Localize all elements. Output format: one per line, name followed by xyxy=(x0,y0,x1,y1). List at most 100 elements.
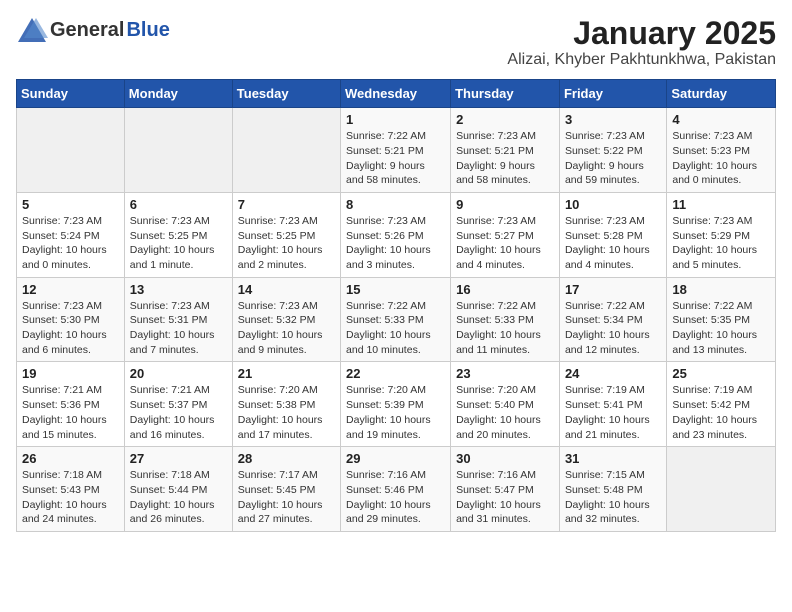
calendar-cell: 15 Sunrise: 7:22 AM Sunset: 5:33 PM Dayli… xyxy=(341,277,451,362)
calendar-cell xyxy=(232,108,340,193)
calendar-cell: 3 Sunrise: 7:23 AM Sunset: 5:22 PM Daylig… xyxy=(559,108,666,193)
calendar-week-row: 19 Sunrise: 7:21 AM Sunset: 5:36 PM Dayli… xyxy=(17,362,776,447)
logo-icon xyxy=(16,16,48,44)
day-info: Sunrise: 7:23 AM Sunset: 5:27 PM Dayligh… xyxy=(456,214,554,273)
day-number: 8 xyxy=(346,197,445,212)
calendar-cell: 25 Sunrise: 7:19 AM Sunset: 5:42 PM Dayli… xyxy=(667,362,776,447)
day-number: 10 xyxy=(565,197,661,212)
calendar-cell: 19 Sunrise: 7:21 AM Sunset: 5:36 PM Dayli… xyxy=(17,362,125,447)
calendar-cell: 10 Sunrise: 7:23 AM Sunset: 5:28 PM Dayli… xyxy=(559,192,666,277)
day-of-week-header: Tuesday xyxy=(232,80,340,108)
day-number: 30 xyxy=(456,451,554,466)
day-number: 29 xyxy=(346,451,445,466)
day-number: 9 xyxy=(456,197,554,212)
calendar-cell: 9 Sunrise: 7:23 AM Sunset: 5:27 PM Daylig… xyxy=(451,192,560,277)
calendar-cell: 13Sunrise: 7:23 AM Sunset: 5:31 PM Dayli… xyxy=(124,277,232,362)
day-number: 27 xyxy=(130,451,227,466)
calendar-cell: 24 Sunrise: 7:19 AM Sunset: 5:41 PM Dayli… xyxy=(559,362,666,447)
calendar-cell: 2 Sunrise: 7:23 AM Sunset: 5:21 PM Daylig… xyxy=(451,108,560,193)
day-info: Sunrise: 7:16 AM Sunset: 5:46 PM Dayligh… xyxy=(346,468,445,527)
day-number: 11 xyxy=(672,197,770,212)
day-info: Sunrise: 7:23 AM Sunset: 5:24 PM Dayligh… xyxy=(22,214,119,273)
calendar-cell: 26 Sunrise: 7:18 AM Sunset: 5:43 PM Dayli… xyxy=(17,447,125,532)
day-info: Sunrise: 7:21 AM Sunset: 5:37 PM Dayligh… xyxy=(130,383,227,442)
day-info: Sunrise: 7:23 AM Sunset: 5:22 PM Dayligh… xyxy=(565,129,661,188)
calendar-cell: 7Sunrise: 7:23 AM Sunset: 5:25 PM Daylig… xyxy=(232,192,340,277)
day-number: 28 xyxy=(238,451,335,466)
day-number: 31 xyxy=(565,451,661,466)
day-info: Sunrise: 7:23 AM Sunset: 5:25 PM Dayligh… xyxy=(238,214,335,273)
calendar-cell: 17Sunrise: 7:22 AM Sunset: 5:34 PM Dayli… xyxy=(559,277,666,362)
day-number: 4 xyxy=(672,112,770,127)
day-of-week-header: Saturday xyxy=(667,80,776,108)
logo-text-blue: Blue xyxy=(126,19,169,42)
calendar-cell: 18Sunrise: 7:22 AM Sunset: 5:35 PM Dayli… xyxy=(667,277,776,362)
logo: GeneralBlue xyxy=(16,16,170,44)
day-info: Sunrise: 7:23 AM Sunset: 5:23 PM Dayligh… xyxy=(672,129,770,188)
calendar-cell xyxy=(17,108,125,193)
day-number: 3 xyxy=(565,112,661,127)
day-number: 16 xyxy=(456,282,554,297)
day-info: Sunrise: 7:23 AM Sunset: 5:25 PM Dayligh… xyxy=(130,214,227,273)
day-info: Sunrise: 7:21 AM Sunset: 5:36 PM Dayligh… xyxy=(22,383,119,442)
calendar-cell: 29 Sunrise: 7:16 AM Sunset: 5:46 PM Dayli… xyxy=(341,447,451,532)
day-number: 18 xyxy=(672,282,770,297)
calendar-cell: 31 Sunrise: 7:15 AM Sunset: 5:48 PM Dayli… xyxy=(559,447,666,532)
calendar-cell: 14 Sunrise: 7:23 AM Sunset: 5:32 PM Dayli… xyxy=(232,277,340,362)
day-number: 14 xyxy=(238,282,335,297)
day-number: 26 xyxy=(22,451,119,466)
day-info: Sunrise: 7:23 AM Sunset: 5:32 PM Dayligh… xyxy=(238,299,335,358)
calendar-cell: 27 Sunrise: 7:18 AM Sunset: 5:44 PM Dayli… xyxy=(124,447,232,532)
day-number: 22 xyxy=(346,366,445,381)
day-info: Sunrise: 7:19 AM Sunset: 5:41 PM Dayligh… xyxy=(565,383,661,442)
day-number: 17 xyxy=(565,282,661,297)
day-info: Sunrise: 7:23 AM Sunset: 5:28 PM Dayligh… xyxy=(565,214,661,273)
day-info: Sunrise: 7:16 AM Sunset: 5:47 PM Dayligh… xyxy=(456,468,554,527)
day-number: 24 xyxy=(565,366,661,381)
calendar-cell: 16Sunrise: 7:22 AM Sunset: 5:33 PM Dayli… xyxy=(451,277,560,362)
calendar-week-row: 12Sunrise: 7:23 AM Sunset: 5:30 PM Dayli… xyxy=(17,277,776,362)
calendar-cell: 23Sunrise: 7:20 AM Sunset: 5:40 PM Dayli… xyxy=(451,362,560,447)
day-info: Sunrise: 7:22 AM Sunset: 5:21 PM Dayligh… xyxy=(346,129,445,188)
day-info: Sunrise: 7:23 AM Sunset: 5:29 PM Dayligh… xyxy=(672,214,770,273)
day-number: 6 xyxy=(130,197,227,212)
calendar-cell: 12Sunrise: 7:23 AM Sunset: 5:30 PM Dayli… xyxy=(17,277,125,362)
day-number: 25 xyxy=(672,366,770,381)
page-subtitle: Alizai, Khyber Pakhtunkhwa, Pakistan xyxy=(507,51,776,69)
page-title: January 2025 xyxy=(507,16,776,51)
day-number: 1 xyxy=(346,112,445,127)
day-info: Sunrise: 7:15 AM Sunset: 5:48 PM Dayligh… xyxy=(565,468,661,527)
calendar-cell xyxy=(124,108,232,193)
calendar-cell: 4 Sunrise: 7:23 AM Sunset: 5:23 PM Daylig… xyxy=(667,108,776,193)
day-number: 13 xyxy=(130,282,227,297)
calendar-cell: 5 Sunrise: 7:23 AM Sunset: 5:24 PM Daylig… xyxy=(17,192,125,277)
day-number: 15 xyxy=(346,282,445,297)
calendar-header-row: SundayMondayTuesdayWednesdayThursdayFrid… xyxy=(17,80,776,108)
day-number: 5 xyxy=(22,197,119,212)
day-number: 12 xyxy=(22,282,119,297)
day-info: Sunrise: 7:18 AM Sunset: 5:44 PM Dayligh… xyxy=(130,468,227,527)
logo-text-general: General xyxy=(50,19,124,42)
day-of-week-header: Friday xyxy=(559,80,666,108)
day-of-week-header: Wednesday xyxy=(341,80,451,108)
calendar-cell xyxy=(667,447,776,532)
calendar-cell: 28Sunrise: 7:17 AM Sunset: 5:45 PM Dayli… xyxy=(232,447,340,532)
calendar-cell: 6 Sunrise: 7:23 AM Sunset: 5:25 PM Daylig… xyxy=(124,192,232,277)
day-info: Sunrise: 7:19 AM Sunset: 5:42 PM Dayligh… xyxy=(672,383,770,442)
calendar-cell: 1 Sunrise: 7:22 AM Sunset: 5:21 PM Daylig… xyxy=(341,108,451,193)
day-info: Sunrise: 7:20 AM Sunset: 5:39 PM Dayligh… xyxy=(346,383,445,442)
day-number: 21 xyxy=(238,366,335,381)
day-number: 20 xyxy=(130,366,227,381)
calendar-cell: 8Sunrise: 7:23 AM Sunset: 5:26 PM Daylig… xyxy=(341,192,451,277)
calendar-cell: 20 Sunrise: 7:21 AM Sunset: 5:37 PM Dayli… xyxy=(124,362,232,447)
day-number: 19 xyxy=(22,366,119,381)
day-number: 2 xyxy=(456,112,554,127)
calendar-week-row: 5 Sunrise: 7:23 AM Sunset: 5:24 PM Daylig… xyxy=(17,192,776,277)
calendar-cell: 11 Sunrise: 7:23 AM Sunset: 5:29 PM Dayli… xyxy=(667,192,776,277)
day-info: Sunrise: 7:23 AM Sunset: 5:21 PM Dayligh… xyxy=(456,129,554,188)
calendar-cell: 21Sunrise: 7:20 AM Sunset: 5:38 PM Dayli… xyxy=(232,362,340,447)
day-info: Sunrise: 7:18 AM Sunset: 5:43 PM Dayligh… xyxy=(22,468,119,527)
day-info: Sunrise: 7:22 AM Sunset: 5:33 PM Dayligh… xyxy=(346,299,445,358)
day-of-week-header: Thursday xyxy=(451,80,560,108)
calendar-cell: 30 Sunrise: 7:16 AM Sunset: 5:47 PM Dayli… xyxy=(451,447,560,532)
